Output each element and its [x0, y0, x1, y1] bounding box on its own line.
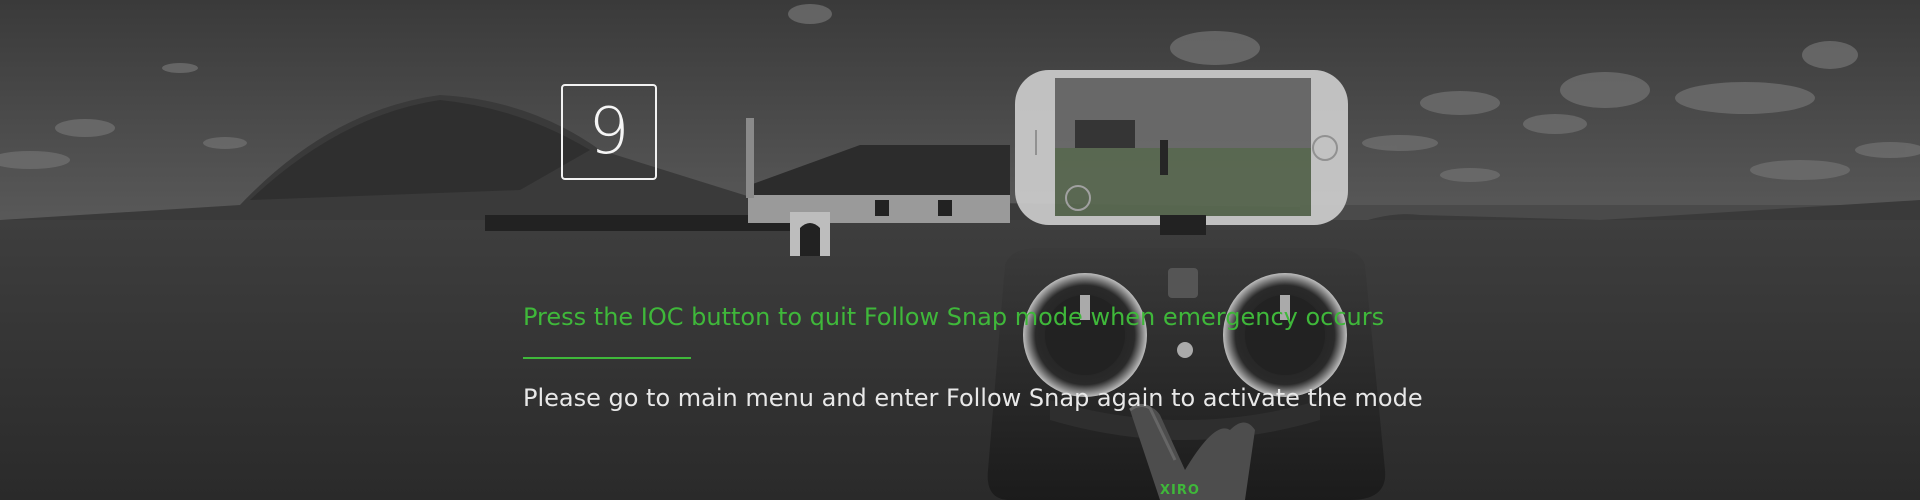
controller-brand-logo: XIRO: [1160, 483, 1200, 498]
phone-illustration: [1015, 70, 1348, 225]
background-scene: XIRO: [0, 0, 1920, 500]
slide: XIRO 9 Press the IOC button to quit Foll…: [0, 0, 1920, 500]
headline: Press the IOC button to quit Follow Snap…: [523, 303, 1385, 331]
divider-line: [523, 357, 691, 359]
step-number: 9: [588, 95, 630, 169]
remote-controller-illustration: XIRO: [987, 248, 1386, 500]
step-number-box: 9: [561, 84, 657, 180]
field: [0, 220, 1920, 500]
instruction-text: Please go to main menu and enter Follow …: [523, 384, 1423, 412]
